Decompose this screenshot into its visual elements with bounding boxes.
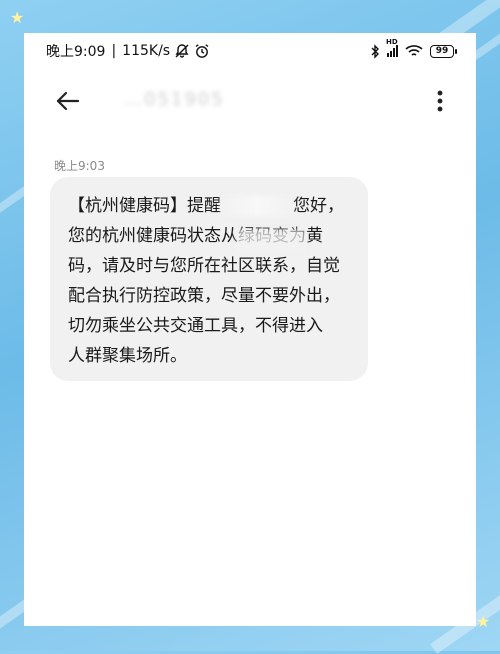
message-line: 配合执行防控政策，尽量不要外出， bbox=[68, 286, 340, 306]
message-line-text: 【杭州健康码】提醒 bbox=[68, 196, 221, 216]
status-time: 晚上9:09 bbox=[46, 44, 106, 60]
battery-indicator: 99 bbox=[430, 44, 457, 58]
message-line: 【杭州健康码】提醒 您好， bbox=[68, 191, 352, 221]
signal-hd-label: HD bbox=[386, 38, 398, 46]
alarm-icon bbox=[195, 44, 209, 58]
contact-name: …051905 bbox=[124, 89, 225, 110]
network-speed: 115K/s bbox=[122, 43, 171, 59]
bell-off-icon bbox=[175, 44, 189, 58]
more-vertical-icon[interactable] bbox=[430, 85, 450, 117]
phone-screen: 晚上9:09 | 115K/s HD 99 …051905 晚上9:03 【杭州… bbox=[24, 33, 476, 626]
sparkle-icon: ★ bbox=[476, 612, 491, 631]
redacted-text bbox=[221, 196, 293, 216]
message-timestamp: 晚上9:03 bbox=[54, 159, 105, 173]
status-separator: | bbox=[111, 43, 117, 59]
signal-indicator: HD bbox=[386, 38, 398, 57]
message-line: 您的杭州健康码状态从绿码变为黄 bbox=[68, 226, 323, 246]
wifi-icon bbox=[405, 45, 423, 56]
app-bar: …051905 bbox=[24, 77, 476, 123]
message-line: 切勿乘坐公共交通工具，不得进入 bbox=[68, 316, 323, 336]
message-line: 人群聚集场所。 bbox=[68, 346, 187, 366]
message-line-text: 您好， bbox=[293, 196, 344, 216]
redaction-smudge bbox=[236, 229, 306, 251]
message-line: 码，请及时与您所在社区联系，自觉 bbox=[68, 256, 340, 276]
message-bubble[interactable]: 【杭州健康码】提醒 您好， 您的杭州健康码状态从绿码变为黄 码，请及时与您所在社区… bbox=[50, 177, 368, 381]
back-arrow-icon[interactable] bbox=[52, 85, 84, 117]
sparkle-icon: ★ bbox=[10, 8, 25, 27]
bluetooth-icon bbox=[371, 43, 379, 59]
status-bar: 晚上9:09 | 115K/s HD 99 bbox=[24, 33, 476, 69]
